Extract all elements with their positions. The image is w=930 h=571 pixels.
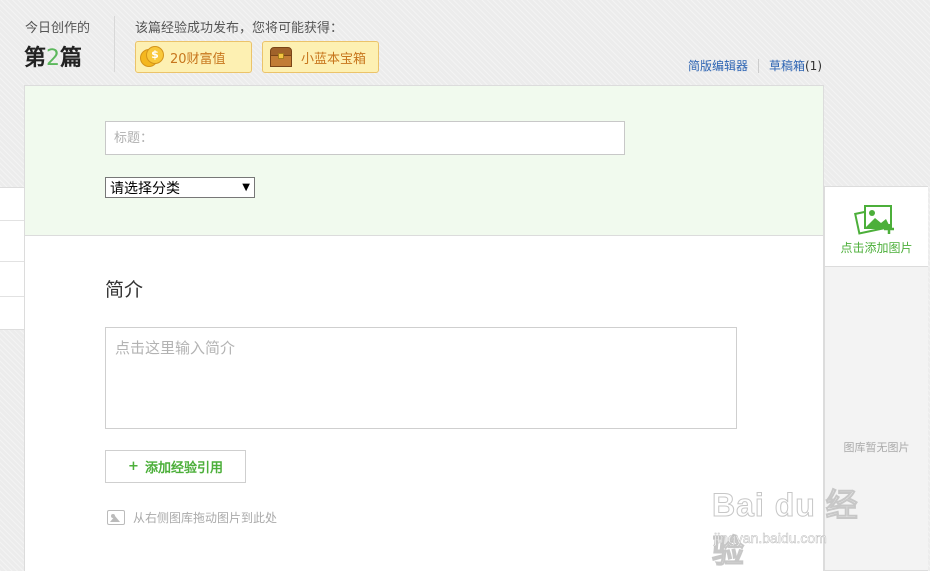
drafts-link[interactable]: 草稿箱 xyxy=(769,57,805,74)
left-stub-divider xyxy=(0,261,25,262)
top-links: 简版编辑器 草稿箱 (1) xyxy=(688,57,822,74)
picture-icon xyxy=(107,510,125,525)
count-suffix: 篇 xyxy=(60,46,83,71)
watermark-sub: jingyan.baidu.com xyxy=(714,530,827,547)
baidu-jingyan-watermark: Bai du 经验 jingyan.baidu.com xyxy=(712,480,882,570)
add-picture-icon xyxy=(854,205,894,235)
drag-hint-label: 从右侧图库拖动图片到此处 xyxy=(133,511,278,525)
reward-box-badge: 小蓝本宝箱 xyxy=(262,41,379,73)
title-input[interactable] xyxy=(105,121,625,155)
left-stub-divider xyxy=(0,220,25,221)
reward-wealth-badge: $ 20财富值 xyxy=(135,41,252,73)
add-reference-button[interactable]: + 添加经验引用 xyxy=(105,450,246,483)
today-count: 第2篇 xyxy=(24,40,82,72)
reward-text: 该篇经验成功发布，您将可能获得： xyxy=(135,21,344,36)
left-panel-stub xyxy=(0,187,25,330)
add-reference-label: 添加经验引用 xyxy=(144,461,223,476)
header-divider xyxy=(114,16,115,72)
left-stub-divider xyxy=(0,296,25,297)
count-prefix: 第 xyxy=(24,46,47,71)
simple-editor-link[interactable]: 简版编辑器 xyxy=(688,57,748,74)
today-label: 今日创作的 xyxy=(25,21,91,36)
category-select[interactable]: 请选择分类 ▼ xyxy=(105,177,255,198)
plus-icon: + xyxy=(128,459,139,474)
title-zone: 请选择分类 ▼ xyxy=(25,86,823,236)
gallery-empty-text: 图库暂无图片 xyxy=(843,441,910,454)
drafts-count: (1) xyxy=(805,58,822,73)
link-divider xyxy=(757,58,759,73)
intro-heading: 简介 xyxy=(105,279,144,301)
editor-panel: 请选择分类 ▼ 简介 点击这里输入简介 + 添加经验引用 从右侧图库拖动图片到此… xyxy=(24,85,824,571)
coin-icon: $ xyxy=(140,46,166,68)
drag-hint: 从右侧图库拖动图片到此处 xyxy=(107,509,277,526)
add-image-button[interactable]: 点击添加图片 xyxy=(825,187,928,267)
watermark-main: Bai du 经验 xyxy=(712,487,859,570)
dropdown-arrow-icon: ▼ xyxy=(242,182,250,193)
category-selected-value: 请选择分类 xyxy=(110,180,180,197)
reward-box-label: 小蓝本宝箱 xyxy=(301,51,367,67)
treasure-chest-icon xyxy=(269,46,295,68)
reward-wealth-label: 20财富值 xyxy=(170,51,226,67)
add-image-label: 点击添加图片 xyxy=(840,241,913,255)
count-number: 2 xyxy=(46,46,61,71)
intro-textarea[interactable]: 点击这里输入简介 xyxy=(105,327,737,429)
